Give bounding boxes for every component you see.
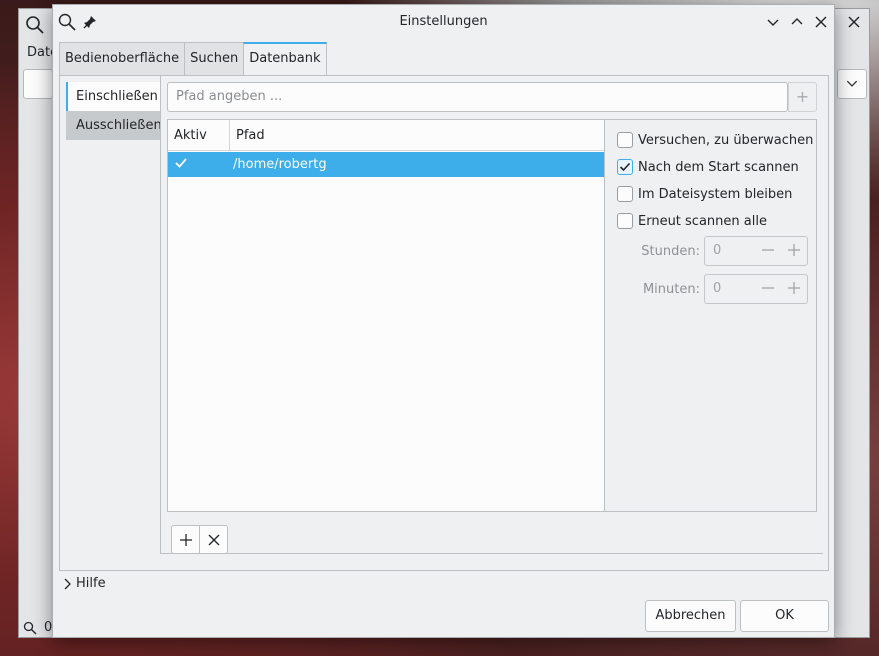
side-tab-einschliessen[interactable]: Einschließen bbox=[66, 82, 161, 111]
parent-status-search-icon bbox=[23, 621, 37, 635]
minutes-spinbox[interactable]: 0 bbox=[704, 274, 808, 304]
hours-label: Stunden: bbox=[641, 244, 700, 259]
row-path: /home/robertg bbox=[233, 157, 327, 172]
main-tabs: Bedienoberfläche Suchen Datenbank bbox=[59, 42, 327, 76]
options-panel: Versuchen, zu überwachen Nach dem Start … bbox=[605, 120, 817, 511]
parent-close-icon[interactable] bbox=[847, 15, 861, 29]
window-title: Einstellungen bbox=[399, 14, 488, 29]
tab-datenbank[interactable]: Datenbank bbox=[243, 42, 327, 76]
parent-search-icon[interactable] bbox=[25, 15, 45, 35]
close-icon[interactable] bbox=[814, 13, 828, 31]
settings-dialog: Einstellungen Bedienoberfläche Suchen Da… bbox=[52, 4, 835, 638]
row-buttons bbox=[171, 525, 228, 554]
side-tabs: Einschließen Ausschließen bbox=[66, 82, 162, 140]
rescan-all-label: Erneut scannen alle bbox=[638, 213, 767, 229]
plus-icon[interactable] bbox=[787, 281, 801, 295]
column-header-pfad[interactable]: Pfad bbox=[230, 120, 604, 151]
option-rescan-all[interactable]: Erneut scannen alle bbox=[617, 212, 767, 230]
try-watch-checkbox[interactable] bbox=[617, 132, 633, 148]
plus-icon[interactable] bbox=[787, 243, 801, 257]
path-add-button[interactable]: + bbox=[788, 82, 817, 112]
rescan-all-checkbox[interactable] bbox=[617, 213, 633, 229]
check-icon[interactable] bbox=[174, 156, 188, 170]
maximize-icon[interactable] bbox=[790, 13, 804, 31]
help-label: Hilfe bbox=[76, 576, 106, 591]
help-expander[interactable]: Hilfe bbox=[62, 576, 106, 591]
try-watch-label: Versuchen, zu überwachen bbox=[638, 132, 814, 148]
stay-on-fs-checkbox[interactable] bbox=[617, 186, 633, 202]
scan-on-start-checkbox[interactable] bbox=[617, 159, 633, 175]
option-try-watch[interactable]: Versuchen, zu überwachen bbox=[617, 131, 813, 149]
minutes-label: Minuten: bbox=[642, 282, 700, 297]
cancel-button[interactable]: Abbrechen bbox=[645, 600, 736, 632]
path-table[interactable]: Aktiv Pfad /home/robertg bbox=[168, 120, 605, 511]
scan-on-start-label: Nach dem Start scannen bbox=[638, 159, 799, 175]
add-icon bbox=[179, 533, 193, 547]
stay-on-fs-label: Im Dateisystem bleiben bbox=[638, 186, 793, 202]
remove-path-button[interactable] bbox=[199, 525, 228, 554]
datenbank-panel: Einschließen Ausschließen Pfad angeben .… bbox=[59, 75, 829, 571]
minimize-icon[interactable] bbox=[766, 13, 780, 31]
content-box: Aktiv Pfad /home/robertg Versuchen, zu ü… bbox=[167, 119, 817, 512]
option-scan-on-start[interactable]: Nach dem Start scannen bbox=[617, 158, 799, 176]
table-row[interactable]: /home/robertg bbox=[168, 152, 604, 177]
hours-spinbox[interactable]: 0 bbox=[704, 236, 808, 266]
tab-bedienoberflaeche[interactable]: Bedienoberfläche bbox=[59, 42, 186, 75]
table-header: Aktiv Pfad bbox=[168, 120, 604, 151]
minutes-value[interactable]: 0 bbox=[713, 281, 721, 296]
parent-search-field[interactable] bbox=[23, 69, 53, 99]
option-stay-on-fs[interactable]: Im Dateisystem bleiben bbox=[617, 185, 792, 203]
include-panel: Pfad angeben ... + Aktiv Pfad /home/robe… bbox=[160, 76, 823, 554]
chevron-right-icon bbox=[62, 578, 76, 590]
titlebar[interactable]: Einstellungen bbox=[53, 5, 834, 39]
add-path-button[interactable] bbox=[171, 525, 200, 554]
minus-icon[interactable] bbox=[761, 243, 775, 257]
hours-value[interactable]: 0 bbox=[713, 243, 721, 258]
column-header-aktiv[interactable]: Aktiv bbox=[168, 120, 230, 151]
path-input[interactable]: Pfad angeben ... bbox=[167, 82, 788, 112]
ok-button[interactable]: OK bbox=[740, 600, 829, 632]
minus-icon[interactable] bbox=[761, 281, 775, 295]
side-tab-ausschliessen[interactable]: Ausschließen bbox=[66, 111, 162, 140]
parent-dropdown[interactable] bbox=[837, 69, 867, 99]
remove-icon bbox=[207, 533, 221, 547]
tab-suchen[interactable]: Suchen bbox=[184, 42, 245, 75]
